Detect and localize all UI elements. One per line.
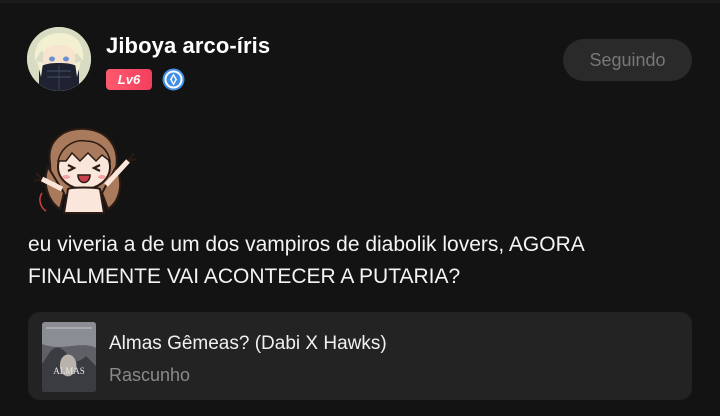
following-button[interactable]: Seguindo [563, 39, 692, 81]
story-title: Almas Gêmeas? (Dabi X Hawks) [109, 333, 387, 354]
post-card: Jiboya arco-íris Lv6 Seguindo eu viveria… [0, 0, 720, 416]
author-name[interactable]: Jiboya arco-íris [106, 33, 270, 59]
author-avatar[interactable] [27, 27, 91, 91]
chibi-sticker-icon [28, 123, 140, 215]
post-body-text: eu viveria a de um dos vampiros de diabo… [28, 233, 584, 288]
story-status: Rascunho [109, 365, 191, 385]
level-badge: Lv6 [106, 69, 152, 90]
story-cover-image: ALMAS [42, 322, 96, 392]
curator-badge-icon [162, 68, 185, 91]
linked-story-card[interactable]: ALMAS Almas Gêmeas? (Dabi X Hawks) Rascu… [28, 312, 692, 400]
story-cover-title: ALMAS [53, 366, 85, 376]
anime-avatar-icon [27, 27, 91, 91]
